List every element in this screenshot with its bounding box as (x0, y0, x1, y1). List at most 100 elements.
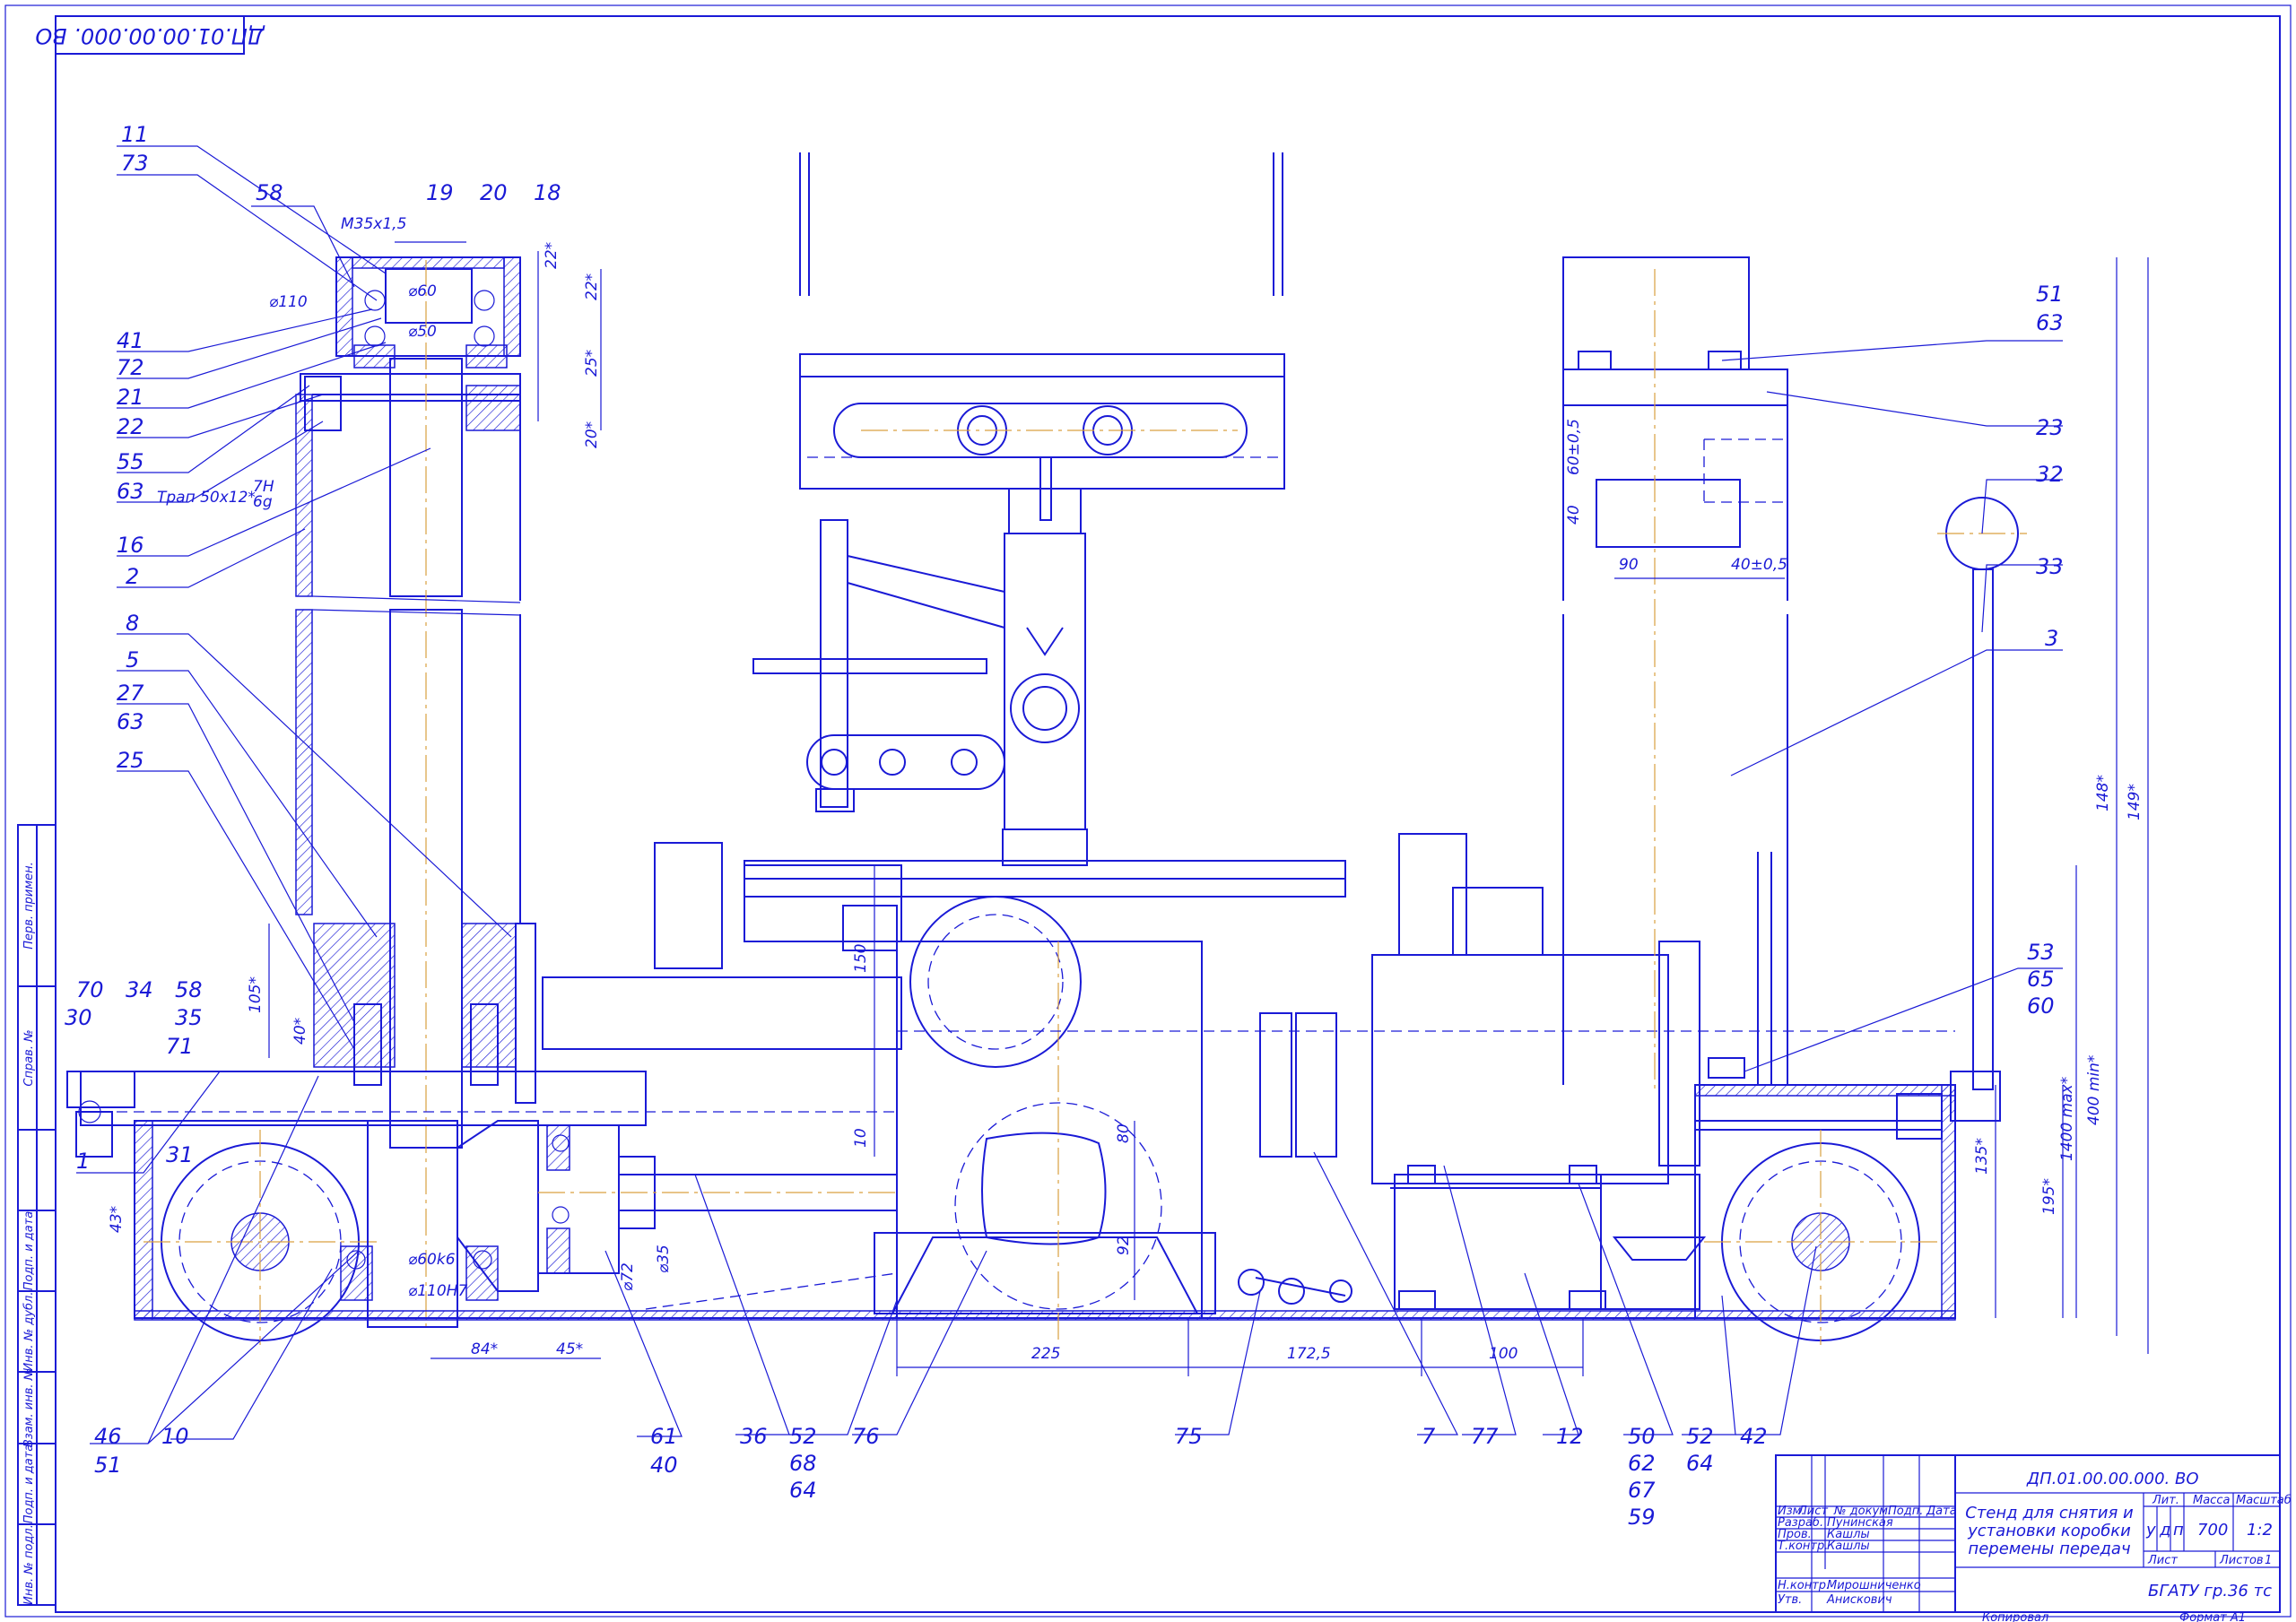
tb-scale: 1:2 (2247, 1521, 2273, 1540)
dim-172: 172,5 (1287, 1345, 1331, 1363)
callout-53: 53 (2027, 940, 2055, 965)
tb-col-mass: Масса (2193, 1494, 2230, 1507)
callout-3: 3 (2045, 626, 2058, 651)
callout-23: 23 (2036, 415, 2064, 440)
tb-r3-role: Т.контр. (1778, 1540, 1828, 1553)
tb-lit-2: д (2159, 1521, 2170, 1540)
strip-podp1: Подп. и дата (22, 1211, 36, 1291)
callout-11: 11 (121, 122, 149, 147)
tb-r5-name: Анискович (1826, 1593, 1892, 1607)
tb-lit-1: у (2145, 1521, 2156, 1540)
rotated-designation: ДП.01.00.00.000. ВО (35, 15, 265, 55)
dim-1400: 1400 max* (2058, 1077, 2076, 1161)
callout-19: 19 (426, 180, 454, 205)
callout-59: 59 (1628, 1505, 1656, 1530)
tb-h-date: Дата (1926, 1505, 1957, 1518)
dim-22a: 22* (543, 242, 561, 269)
tb-sheets-value: 1 (2265, 1554, 2272, 1567)
dim-25: 25* (583, 350, 601, 377)
callout-67: 67 (1628, 1478, 1656, 1503)
tb-name-2: установки коробки (1967, 1522, 2131, 1540)
dim-d60: ⌀60 (408, 282, 437, 300)
callout-50: 50 (1628, 1424, 1656, 1449)
tb-org: БГАТУ гр.36 тс (2148, 1582, 2272, 1600)
callout-51-right: 51 (2036, 282, 2064, 307)
callout-1: 1 (76, 1149, 90, 1174)
callout-21: 21 (117, 385, 144, 410)
callout-35: 35 (175, 1005, 203, 1030)
callout-60: 60 (2027, 993, 2055, 1019)
tb-sheet-label: Лист (2147, 1554, 2178, 1567)
dim-trap-fit-bot: 6g (253, 493, 273, 511)
callout-36: 36 (740, 1424, 768, 1449)
dim-400min: 400 min* (2085, 1055, 2103, 1125)
callout-64-b: 64 (1686, 1451, 1714, 1476)
tb-name-3: перемены передач (1968, 1540, 2130, 1558)
callout-34: 34 (126, 977, 153, 1002)
strip-perv: Перв. примен. (22, 862, 36, 950)
tb-mass: 700 (2197, 1521, 2228, 1540)
callout-51-left: 51 (94, 1453, 122, 1478)
callout-33: 33 (2036, 554, 2064, 579)
dim-135: 135* (1973, 1138, 1991, 1175)
dim-148: 148* (2094, 775, 2112, 811)
dim-80: 80 (1115, 1123, 1133, 1143)
dim-43: 43* (108, 1206, 126, 1233)
dim-22b: 22* (583, 273, 601, 300)
left-column-assembly (295, 256, 536, 1327)
tb-r4-name: Мирошниченко (1827, 1579, 1921, 1592)
tb-lit-3: п (2173, 1521, 2184, 1540)
callout-32: 32 (2036, 462, 2064, 487)
callout-58-top: 58 (256, 180, 283, 205)
callout-18: 18 (534, 180, 561, 205)
dim-84: 84* (471, 1340, 498, 1358)
tb-format: Формат А1 (2179, 1611, 2246, 1622)
dim-92: 92 (1115, 1236, 1133, 1255)
callout-5: 5 (126, 647, 139, 672)
callout-71: 71 (166, 1034, 194, 1059)
callout-40: 40 (650, 1453, 678, 1478)
callout-22: 22 (117, 414, 144, 439)
dim-225: 225 (1031, 1345, 1060, 1363)
tb-r3-name: Кашлы (1827, 1540, 1870, 1553)
callout-46: 46 (94, 1424, 122, 1449)
tb-sheets-label: Листов (2219, 1554, 2264, 1567)
callout-2: 2 (126, 564, 139, 589)
dim-90: 90 (1619, 556, 1639, 574)
callout-72: 72 (117, 355, 144, 380)
dim-m35: М35х1,5 (341, 215, 406, 233)
callout-27: 27 (117, 681, 144, 706)
callout-62: 62 (1628, 1451, 1656, 1476)
callout-41: 41 (117, 328, 144, 353)
title-block: ДП.01.00.00.000. ВО Стенд для снятия и у… (1775, 1454, 2292, 1622)
dim-d60k6: ⌀60k6 (408, 1251, 456, 1269)
leader-lines (76, 145, 2063, 1444)
callout-16: 16 (117, 533, 144, 558)
strip-podp2: Подп. и дата (22, 1444, 36, 1524)
assembly-drawing: ДП.01.00.00.000. ВО Перв. примен. Справ.… (4, 4, 2292, 1622)
callout-42: 42 (1740, 1424, 1768, 1449)
callout-12: 12 (1556, 1424, 1584, 1449)
strip-inv-dubl: Инв. № дубл. (22, 1292, 36, 1372)
dim-d110h7: ⌀110H7 (408, 1282, 467, 1300)
callout-65: 65 (2027, 967, 2055, 992)
left-base-assembly (66, 1071, 1956, 1345)
callout-63-mid: 63 (117, 709, 144, 734)
callout-77: 77 (1471, 1424, 1499, 1449)
callout-55: 55 (117, 449, 144, 474)
strip-inv-podl: Инв. № подл. (22, 1524, 36, 1605)
callout-8: 8 (126, 611, 139, 636)
tb-copied: Копировал (1982, 1611, 2048, 1622)
callout-30: 30 (65, 1005, 92, 1030)
callout-58-mid: 58 (175, 977, 203, 1002)
dim-195: 195* (2040, 1178, 2058, 1215)
callout-76: 76 (852, 1424, 880, 1449)
callout-7: 7 (1422, 1424, 1436, 1449)
right-base-assembly (1694, 1057, 1956, 1345)
strip-sprav: Справ. № (22, 1029, 36, 1086)
rotated-designation-text: ДП.01.00.00.000. ВО (35, 23, 265, 48)
callout-70: 70 (76, 977, 104, 1002)
callout-31: 31 (166, 1142, 194, 1167)
dim-600: 60±0,5 (1565, 419, 1583, 475)
callout-75: 75 (1175, 1424, 1203, 1449)
